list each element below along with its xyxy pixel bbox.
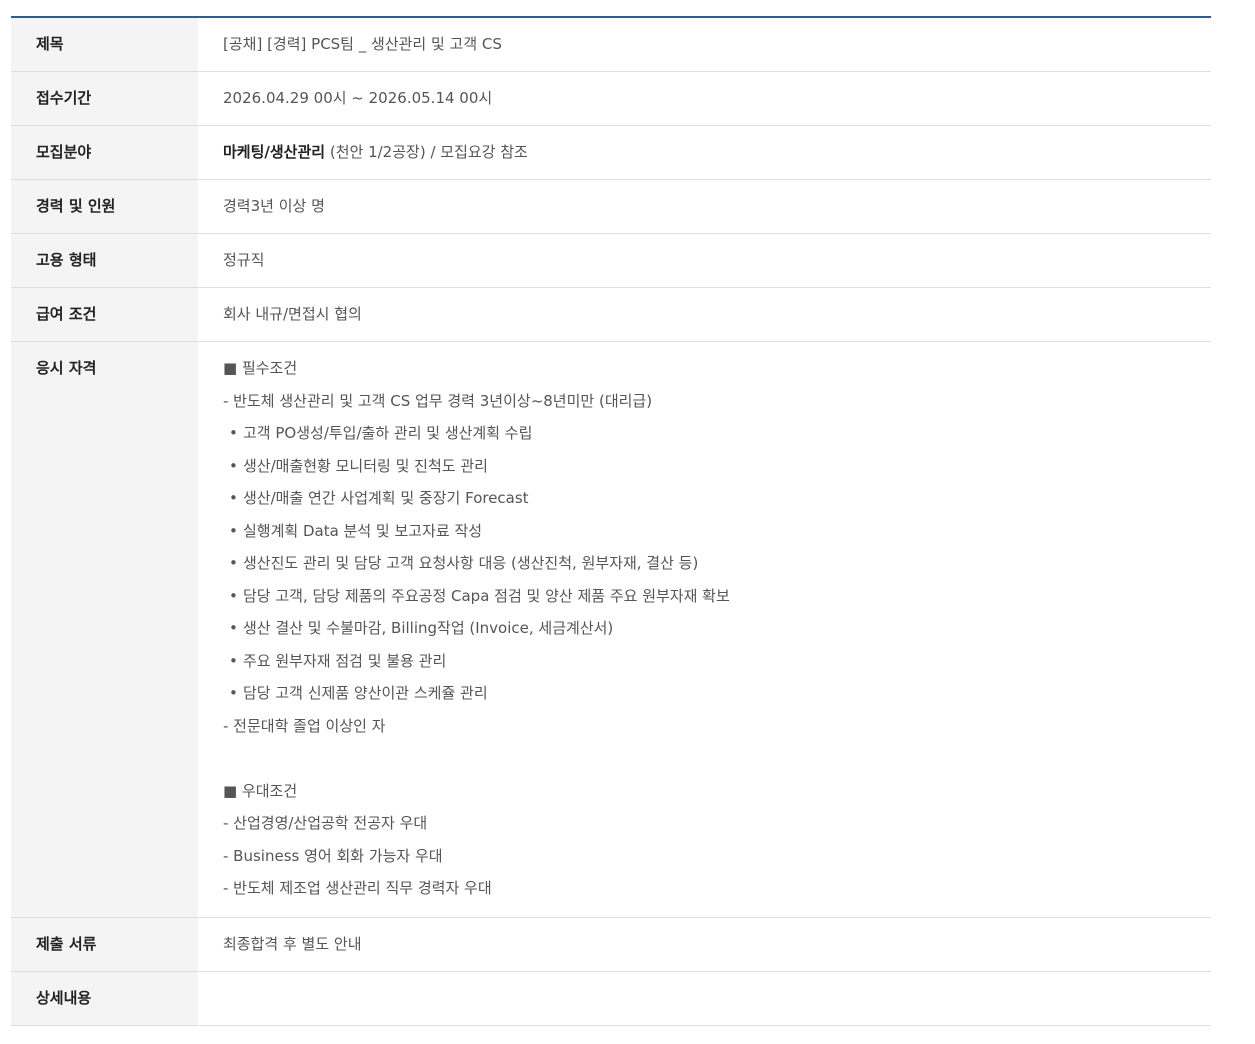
label-experience: 경력 및 인원 (11, 180, 198, 233)
list-item: - 반도체 제조업 생산관리 직무 경력자 우대 (223, 879, 492, 897)
label-employment: 고용 형태 (11, 234, 198, 287)
list-item: • 생산/매출 연간 사업계획 및 중장기 Forecast (223, 482, 1211, 515)
list-item-text: 담당 고객, 담당 제품의 주요공정 Capa 점검 및 양산 제품 주요 원부… (243, 586, 730, 605)
label-salary: 급여 조건 (11, 288, 198, 341)
bullet-icon: • (229, 651, 238, 670)
list-item-text: 생산/매출 연간 사업계획 및 중장기 Forecast (243, 489, 529, 507)
value-employment: 정규직 (223, 251, 265, 269)
bullet-icon: • (229, 619, 238, 637)
value-documents: 최종합격 후 별도 안내 (223, 934, 362, 953)
label-field: 모집분야 (11, 126, 198, 179)
bullet-icon: • (229, 586, 238, 605)
label-qualification: 응시 자격 (11, 342, 198, 917)
row-documents: 제출 서류 최종합격 후 별도 안내 (11, 917, 1211, 972)
value-qualification: ■ 필수조건 - 반도체 생산관리 및 고객 CS 업무 경력 3년이상~8년미… (198, 342, 1211, 917)
preferred-list: - 산업경영/산업공학 전공자 우대 - Business 영어 회화 가능자 우… (223, 807, 1211, 905)
list-item: • 생산 결산 및 수불마감, Billing작업 (Invoice, 세금계산서… (223, 612, 1211, 645)
row-title: 제목 [공채] [경력] PCS팀 _ 생산관리 및 고객 CS (11, 18, 1211, 72)
list-item: • 담당 고객 신제품 양산이관 스케쥴 관리 (223, 677, 1211, 710)
value-experience: 경력3년 이상 명 (223, 197, 325, 215)
job-info-table: 제목 [공채] [경력] PCS팀 _ 생산관리 및 고객 CS 접수기간 20… (11, 16, 1211, 1026)
required-intro: - 반도체 생산관리 및 고객 CS 업무 경력 3년이상~8년미만 (대리급) (223, 391, 653, 410)
list-item: • 고객 PO생성/투입/출하 관리 및 생산계획 수립 (223, 417, 1211, 450)
list-item: • 생산진도 관리 및 담당 고객 요청사항 대응 (생산진척, 원부자재, 결산… (223, 547, 1211, 580)
row-qualification: 응시 자격 ■ 필수조건 - 반도체 생산관리 및 고객 CS 업무 경력 3년… (11, 342, 1211, 918)
list-item-text: 주요 원부자재 점검 및 불용 관리 (243, 651, 447, 670)
bullet-icon: • (229, 424, 238, 442)
list-item: • 담당 고객, 담당 제품의 주요공정 Capa 점검 및 양산 제품 주요 원… (223, 580, 1211, 613)
list-item: - Business 영어 회화 가능자 우대 (223, 846, 443, 865)
bullet-icon: • (229, 521, 238, 540)
list-item-text: 실행계획 Data 분석 및 보고자료 작성 (243, 521, 483, 540)
bullet-icon: • (229, 489, 238, 507)
list-item: • 주요 원부자재 점검 및 불용 관리 (223, 645, 1211, 678)
value-field-rest: (천안 1/2공장) / 모집요강 참조 (325, 143, 528, 161)
row-employment: 고용 형태 정규직 (11, 234, 1211, 288)
list-item-text: 생산 결산 및 수불마감, Billing작업 (Invoice, 세금계산서) (243, 619, 614, 637)
label-details: 상세내용 (11, 971, 198, 1025)
list-item: • 실행계획 Data 분석 및 보고자료 작성 (223, 515, 1211, 548)
list-item-text: 생산/매출현황 모니터링 및 진척도 관리 (243, 456, 488, 475)
list-item: • 생산/매출현황 모니터링 및 진척도 관리 (223, 450, 1211, 483)
label-period: 접수기간 (11, 72, 198, 125)
bullet-icon: • (229, 684, 238, 702)
value-field-strong: 마케팅/생산관리 (223, 143, 326, 161)
list-item-text: 생산진도 관리 및 담당 고객 요청사항 대응 (생산진척, 원부자재, 결산 … (243, 554, 699, 572)
row-details: 상세내용 (11, 971, 1211, 1026)
row-salary: 급여 조건 회사 내규/면접시 협의 (11, 288, 1211, 342)
bullet-icon: • (229, 554, 238, 572)
list-item-text: 고객 PO생성/투입/출하 관리 및 생산계획 수립 (243, 424, 533, 442)
value-details (198, 972, 1211, 1025)
required-bullet-list: • 고객 PO생성/투입/출하 관리 및 생산계획 수립 • 생산/매출현황 모니터링… (223, 417, 1211, 710)
value-period: 2026.04.29 00시 ~ 2026.05.14 00시 (223, 89, 493, 107)
row-field: 모집분야 마케팅/생산관리 (천안 1/2공장) / 모집요강 참조 (11, 126, 1211, 180)
list-item-text: 담당 고객 신제품 양산이관 스케쥴 관리 (243, 684, 488, 702)
row-period: 접수기간 2026.04.29 00시 ~ 2026.05.14 00시 (11, 72, 1211, 126)
value-field: 마케팅/생산관리 (천안 1/2공장) / 모집요강 참조 (198, 126, 1211, 179)
value-title: [공채] [경력] PCS팀 _ 생산관리 및 고객 CS (223, 35, 502, 53)
label-documents: 제출 서류 (11, 917, 198, 971)
required-conditions-heading: ■ 필수조건 (223, 359, 298, 377)
row-experience: 경력 및 인원 경력3년 이상 명 (11, 180, 1211, 234)
bullet-icon: • (229, 456, 238, 475)
value-salary: 회사 내규/면접시 협의 (223, 305, 362, 323)
preferred-conditions-heading: ■ 우대조건 (223, 781, 298, 800)
label-title: 제목 (11, 18, 198, 71)
list-item: - 산업경영/산업공학 전공자 우대 (223, 814, 428, 832)
required-outro: - 전문대학 졸업 이상인 자 (223, 716, 386, 735)
